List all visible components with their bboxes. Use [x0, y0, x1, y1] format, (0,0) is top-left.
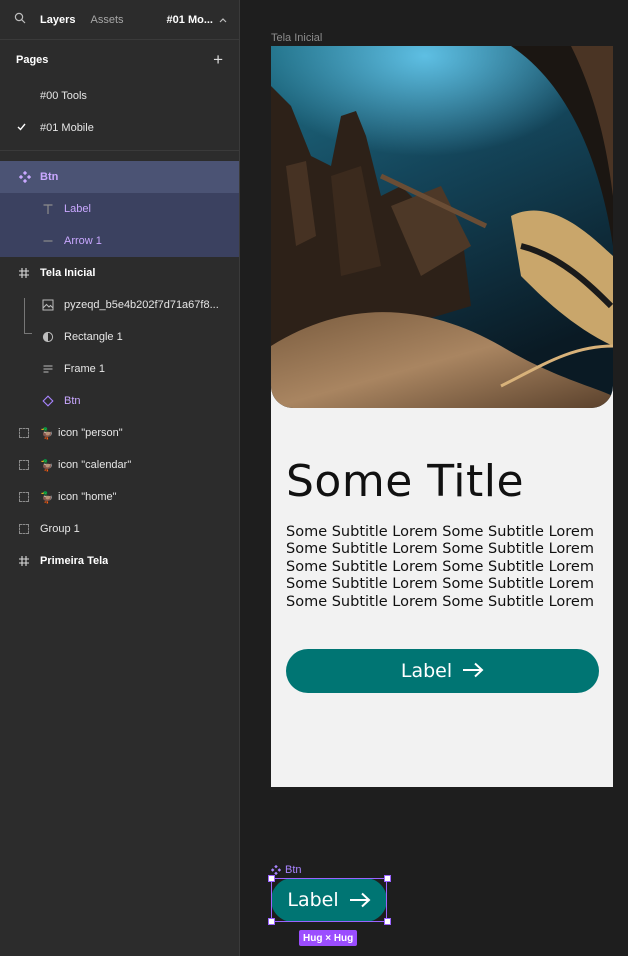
- layer-icon-calendar[interactable]: 🦆 icon "calendar": [0, 449, 239, 481]
- duck-icon: 🦆: [40, 427, 54, 440]
- tab-layers[interactable]: Layers: [40, 14, 75, 26]
- layer-btn-component[interactable]: Btn: [0, 161, 239, 193]
- duck-icon: 🦆: [40, 491, 54, 504]
- component-icon: [18, 170, 32, 184]
- page-item-mobile[interactable]: #01 Mobile: [0, 112, 239, 144]
- group-icon: [17, 426, 31, 440]
- pages-heading: Pages: [16, 54, 49, 66]
- duck-icon: 🦆: [40, 459, 54, 472]
- text-icon: [41, 202, 55, 216]
- resize-handle[interactable]: [384, 875, 391, 882]
- layers-panel: Layers Assets #01 Mo... Pages + #00 Tool…: [0, 0, 240, 956]
- layer-tree: Btn Label Arrow 1 Tela Inicial pyzeqd_b5…: [0, 161, 239, 577]
- layer-label: Frame 1: [64, 363, 105, 375]
- resize-handle[interactable]: [268, 918, 275, 925]
- line-icon: [41, 234, 55, 248]
- layer-label: Rectangle 1: [64, 331, 123, 343]
- frame-label[interactable]: Tela Inicial: [271, 32, 322, 44]
- group-icon: [17, 458, 31, 472]
- layer-group-1[interactable]: Group 1: [0, 513, 239, 545]
- layer-label: pyzeqd_b5e4b202f7d71a67f8...: [64, 299, 219, 311]
- layer-icon-person[interactable]: 🦆 icon "person": [0, 417, 239, 449]
- page-item-tools[interactable]: #00 Tools: [0, 80, 239, 112]
- button-label: Label: [287, 889, 339, 911]
- layer-btn-instance[interactable]: Btn: [0, 385, 239, 417]
- layer-label: Group 1: [40, 523, 80, 535]
- add-page-icon[interactable]: +: [213, 50, 223, 70]
- hero-image[interactable]: [271, 46, 613, 408]
- component-icon: [271, 865, 281, 875]
- page-selector-label: #01 Mo...: [166, 13, 213, 26]
- sizing-badge[interactable]: Hug × Hug: [299, 930, 358, 946]
- screen-title: Some Title: [286, 456, 525, 507]
- layer-label: Tela Inicial: [40, 267, 96, 279]
- arrow-right-icon: [349, 892, 371, 908]
- tab-assets[interactable]: Assets: [90, 14, 123, 26]
- page-selector[interactable]: #01 Mo...: [167, 14, 227, 26]
- layer-icon-home[interactable]: 🦆 icon "home": [0, 481, 239, 513]
- layer-label: Arrow 1: [64, 235, 102, 247]
- resize-handle[interactable]: [268, 875, 275, 882]
- image-icon: [41, 298, 55, 312]
- primary-button[interactable]: Label: [286, 649, 599, 693]
- layer-label: Btn: [40, 171, 59, 183]
- check-icon: [17, 122, 26, 134]
- layer-image[interactable]: pyzeqd_b5e4b202f7d71a67f8...: [0, 289, 239, 321]
- search-icon[interactable]: [14, 12, 30, 27]
- group-icon: [17, 522, 31, 536]
- page-item-label: #01 Mobile: [40, 122, 94, 134]
- panel-topbar: Layers Assets #01 Mo...: [0, 0, 239, 40]
- layer-rectangle[interactable]: Rectangle 1: [0, 321, 239, 353]
- layer-label: Label: [64, 203, 91, 215]
- layer-primeira-tela[interactable]: Primeira Tela: [0, 545, 239, 577]
- btn-component[interactable]: Label: [271, 878, 387, 922]
- resize-handle[interactable]: [384, 918, 391, 925]
- component-name: Btn: [285, 864, 302, 876]
- button-label: Label: [400, 660, 453, 682]
- pages-header: Pages +: [0, 40, 239, 80]
- page-item-label: #00 Tools: [40, 90, 87, 102]
- mask-connector: [24, 333, 32, 334]
- layer-label: icon "person": [58, 427, 123, 439]
- layer-label-text[interactable]: Label: [0, 193, 239, 225]
- divider: [0, 150, 239, 151]
- design-canvas[interactable]: Tela Inicial Some Title Some Subtitle Lo…: [241, 0, 628, 956]
- mask-connector: [24, 298, 25, 334]
- layer-label: icon "calendar": [58, 459, 132, 471]
- arrow-right-icon: [462, 659, 484, 683]
- group-icon: [17, 490, 31, 504]
- layer-frame-1[interactable]: Frame 1: [0, 353, 239, 385]
- layer-arrow[interactable]: Arrow 1: [0, 225, 239, 257]
- chevron-up-icon: [219, 14, 227, 26]
- instance-icon: [41, 394, 55, 408]
- mask-icon: [41, 330, 55, 344]
- layer-label: Primeira Tela: [40, 555, 109, 567]
- frame-tela-inicial[interactable]: Some Title Some Subtitle Lorem Some Subt…: [271, 46, 613, 787]
- component-label[interactable]: Btn: [271, 864, 302, 876]
- layer-tela-inicial[interactable]: Tela Inicial: [0, 257, 239, 289]
- autolayout-icon: [41, 362, 55, 376]
- layer-label: Btn: [64, 395, 81, 407]
- screen-subtitle: Some Subtitle Lorem Some Subtitle Lorem …: [286, 524, 594, 610]
- frame-icon: [17, 266, 31, 280]
- frame-icon: [17, 554, 31, 568]
- layer-label: icon "home": [58, 491, 117, 503]
